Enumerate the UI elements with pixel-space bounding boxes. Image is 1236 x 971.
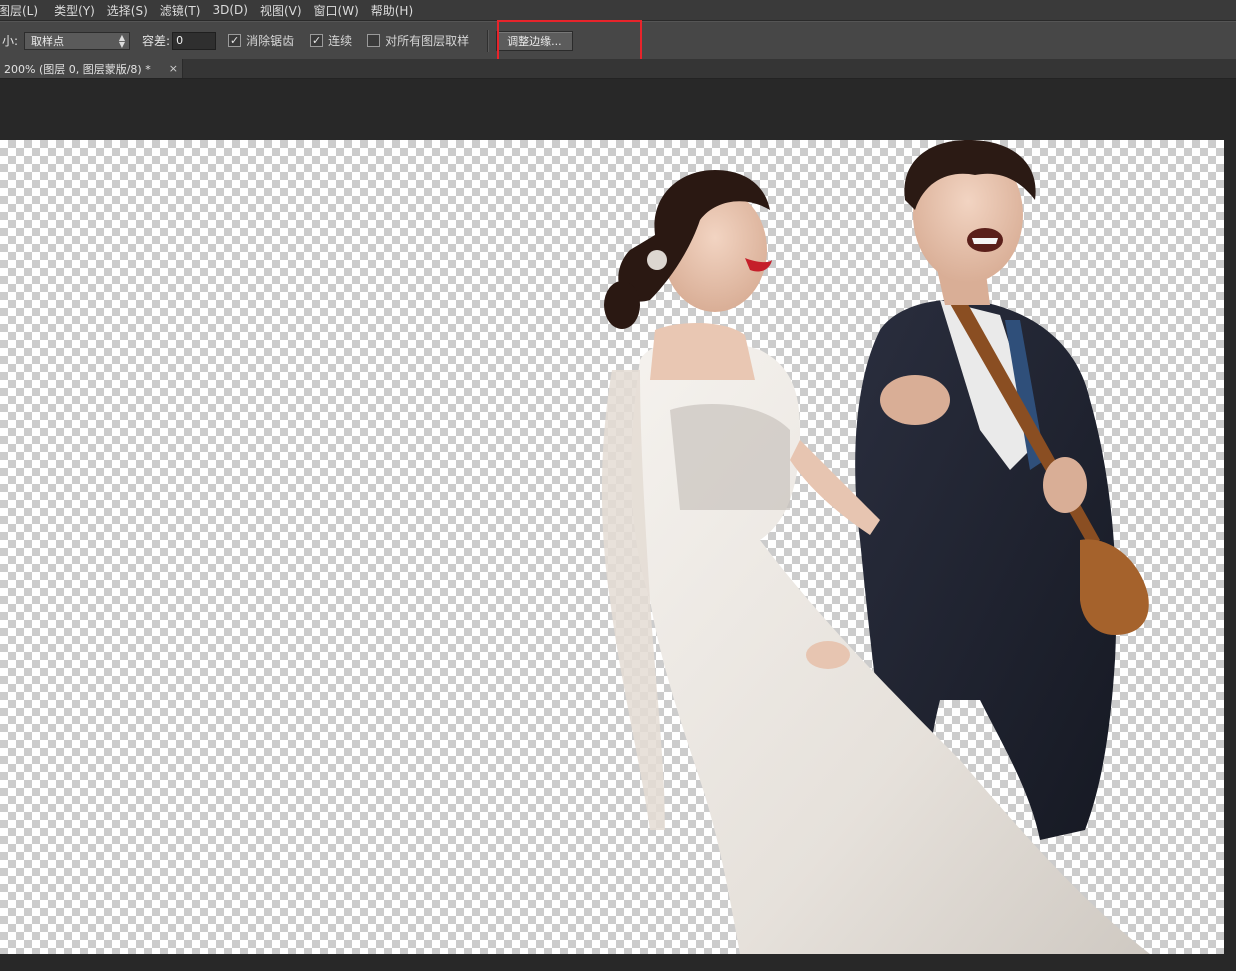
empty-checkbox-icon: [367, 34, 381, 47]
woman-bun: [604, 281, 640, 329]
anti-alias-label: 消除锯齿: [246, 34, 295, 48]
canvas[interactable]: [0, 140, 1224, 954]
status-area: [0, 955, 1236, 971]
sample-all-layers-label: 对所有图层取样: [385, 34, 470, 48]
tolerance-label: 容差:: [142, 34, 171, 48]
toolbar-separator: [487, 29, 490, 52]
man-hand-left: [880, 375, 950, 425]
hair-ornament: [647, 250, 667, 270]
checkmark-icon: ✓: [310, 34, 324, 47]
man-teeth: [972, 238, 998, 244]
document-tab-bar: 200% (图层 0, 图层蒙版/8) * ×: [0, 59, 1236, 79]
man-hand-right: [1043, 457, 1087, 513]
tolerance-input[interactable]: 0: [172, 31, 217, 50]
menu-bar: 图层(L) 类型(Y) 选择(S) 滤镜(T) 3D(D) 视图(V) 窗口(W…: [0, 0, 1236, 21]
menu-window[interactable]: 窗口(W): [314, 2, 373, 19]
menu-help[interactable]: 帮助(H): [371, 2, 422, 19]
bag-shape: [1080, 539, 1149, 635]
woman-hand: [806, 641, 850, 669]
sample-all-layers-checkbox[interactable]: 对所有图层取样: [367, 32, 469, 49]
checkmark-icon: ✓: [228, 34, 242, 47]
contiguous-label: 连续: [328, 34, 353, 48]
document-tab[interactable]: 200% (图层 0, 图层蒙版/8) * ×: [0, 59, 183, 78]
workspace: [0, 79, 1236, 971]
close-icon[interactable]: ×: [169, 62, 178, 75]
menu-view[interactable]: 视图(V): [260, 2, 316, 19]
updown-arrows-icon: ▲ ▼: [118, 32, 126, 49]
document-tab-label: 200% (图层 0, 图层蒙版/8) *: [4, 62, 151, 76]
menu-layer[interactable]: 图层(L): [0, 2, 54, 19]
menu-select[interactable]: 选择(S): [107, 2, 162, 19]
woman-shoulders: [650, 323, 755, 380]
tolerance-value: 0: [176, 34, 184, 47]
contiguous-checkbox[interactable]: ✓ 连续: [310, 32, 352, 49]
sample-size-value: 取样点: [31, 34, 65, 48]
sample-size-select[interactable]: 取样点 ▲ ▼: [24, 31, 131, 50]
menu-filter[interactable]: 滤镜(T): [160, 2, 215, 19]
anti-alias-checkbox[interactable]: ✓ 消除锯齿: [228, 32, 294, 49]
couple-photo: [601, 140, 1150, 954]
menu-3d[interactable]: 3D(D): [212, 3, 261, 17]
sample-size-label: 小:: [2, 34, 19, 48]
bodice-shape: [670, 404, 790, 510]
menu-type[interactable]: 类型(Y): [54, 2, 109, 19]
